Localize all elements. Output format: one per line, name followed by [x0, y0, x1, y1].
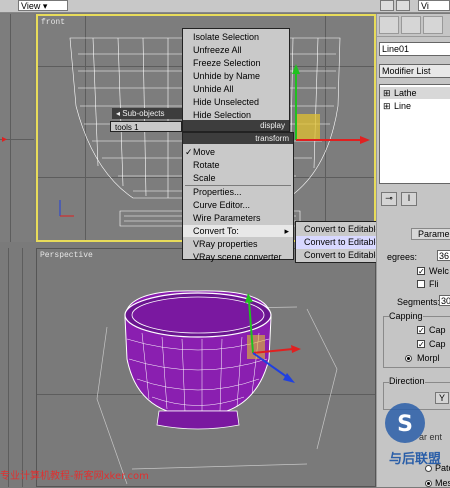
display-label: display — [260, 121, 285, 130]
view-dropdown[interactable]: View ▾ — [18, 0, 68, 11]
grid-line — [22, 248, 23, 487]
segments-label: Segments: — [397, 297, 441, 307]
select-tool-icon[interactable] — [380, 0, 394, 11]
degrees-spinner[interactable]: 36 — [437, 250, 450, 261]
menu-item-unhide-by-name[interactable]: Unhide by Name — [183, 70, 289, 82]
checkmark-icon: ✓ — [185, 147, 193, 157]
menu-item-freeze-selection[interactable]: Freeze Selection — [183, 57, 289, 69]
menu-item-rotate[interactable]: Rotate — [183, 159, 293, 171]
stack-item-lathe[interactable]: ⊞ Lathe — [380, 87, 450, 99]
grid-line — [10, 14, 11, 242]
transform-quad: transform Move ✓ Rotate Scale Properties... C… — [182, 132, 294, 263]
menu-item-properties[interactable]: Properties... — [183, 186, 293, 198]
top-left-viewport[interactable]: ▸ — [0, 14, 34, 242]
transform-gizmo-plane — [296, 114, 320, 140]
menu-item-convert-to[interactable]: Convert To: ▸ — [183, 225, 293, 237]
weld-core-label: Welc — [429, 266, 449, 276]
view-dropdown-label: View — [21, 1, 41, 11]
cap-start-label: Cap — [429, 325, 446, 335]
logo-text: 与后联盟 — [389, 451, 441, 467]
morph-label: Morpl — [417, 353, 440, 363]
axis-tripod-icon — [59, 200, 74, 217]
morph-radio[interactable] — [405, 355, 412, 362]
grid-line — [8, 248, 9, 487]
menu-item-move[interactable]: Move ✓ — [183, 146, 293, 158]
menu-item-vray-scene-converter[interactable]: VRay scene converter — [183, 251, 293, 263]
subobjects-label: Sub-objects — [122, 109, 165, 118]
menu-item-hide-unselected[interactable]: Hide Unselected — [183, 96, 289, 108]
object-name-value: Line01 — [382, 44, 410, 54]
view-dropdown-right-label: Vi — [421, 1, 429, 11]
menu-item-wire-parameters[interactable]: Wire Parameters — [183, 212, 293, 224]
expand-icon[interactable]: ⊞ — [383, 100, 391, 112]
bottom-left-viewport[interactable] — [0, 248, 34, 487]
menu-item-isolate-selection[interactable]: Isolate Selection — [183, 31, 289, 43]
cap-end-checkbox[interactable]: ✓ — [417, 340, 425, 349]
capping-label: Capping — [389, 311, 423, 321]
show-end-result-icon[interactable]: I — [401, 192, 417, 206]
command-panel-tabs — [377, 14, 450, 37]
stack-item-label: Lathe — [394, 88, 417, 98]
view-dropdown-right[interactable]: Vi — [418, 0, 450, 11]
transform-quad-header: transform — [183, 133, 293, 144]
site-logo: S 与后联盟 — [385, 403, 441, 467]
hierarchy-tab-icon[interactable] — [423, 16, 443, 34]
degrees-label: egrees: — [387, 252, 418, 262]
menu-item-vray-properties[interactable]: VRay properties — [183, 238, 293, 250]
display-quad-footer: display — [183, 120, 289, 131]
modify-tab-icon[interactable] — [401, 16, 421, 34]
link-tool-icon[interactable] — [396, 0, 410, 11]
weld-core-checkbox[interactable]: ✓ — [417, 267, 425, 276]
quad-footer-tools: tools 1 — [110, 121, 182, 132]
rollout-title-label: Parame — [418, 229, 450, 239]
object-name-field[interactable]: Line01 — [379, 42, 450, 56]
menu-item-unhide-all[interactable]: Unhide All — [183, 83, 289, 95]
tools-label: tools 1 — [115, 123, 139, 132]
expand-icon[interactable]: ⊞ — [383, 87, 391, 99]
pin-stack-icon[interactable]: ⊸ — [381, 192, 397, 206]
cup-shaded-perspective — [96, 290, 338, 485]
flip-normals-checkbox[interactable] — [417, 280, 425, 288]
svg-text:S: S — [397, 412, 413, 437]
watermark-text: 专业计算机教程-新客网xker.com — [0, 471, 149, 482]
modifier-list-dropdown[interactable]: Modifier List — [379, 64, 450, 78]
display-quad: Isolate Selection Unfreeze All Freeze Sele… — [182, 28, 290, 132]
segments-value: 30 — [441, 296, 450, 306]
transform-label: transform — [255, 134, 289, 143]
stack-item-line[interactable]: ⊞ Line — [380, 100, 450, 112]
menu-item-curve-editor[interactable]: Curve Editor... — [183, 199, 293, 211]
cap-end-label: Cap — [429, 339, 446, 349]
modifier-list-label: Modifier List — [382, 66, 431, 76]
submenu-arrow-icon: ▸ — [284, 226, 289, 236]
parameters-rollout-title[interactable]: Parame — [411, 228, 450, 240]
menu-item-unfreeze-all[interactable]: Unfreeze All — [183, 44, 289, 56]
modifier-stack: ⊞ Lathe ⊞ Line — [379, 84, 450, 184]
segments-spinner[interactable]: 30 — [439, 295, 450, 306]
quad-header-subobjects[interactable]: ◂ Sub-objects — [112, 108, 182, 119]
cap-start-checkbox[interactable]: ✓ — [417, 326, 425, 335]
flip-normals-label: Fli — [429, 279, 439, 289]
axis-marker-icon: ▸ — [2, 134, 8, 145]
stack-item-label: Line — [394, 101, 412, 111]
degrees-value: 36 — [439, 251, 450, 261]
perspective-viewport[interactable]: Perspective — [36, 248, 376, 487]
menu-item-scale[interactable]: Scale — [183, 172, 293, 184]
top-toolbar: View ▾ Vi — [0, 0, 450, 13]
create-tab-icon[interactable] — [379, 16, 399, 34]
